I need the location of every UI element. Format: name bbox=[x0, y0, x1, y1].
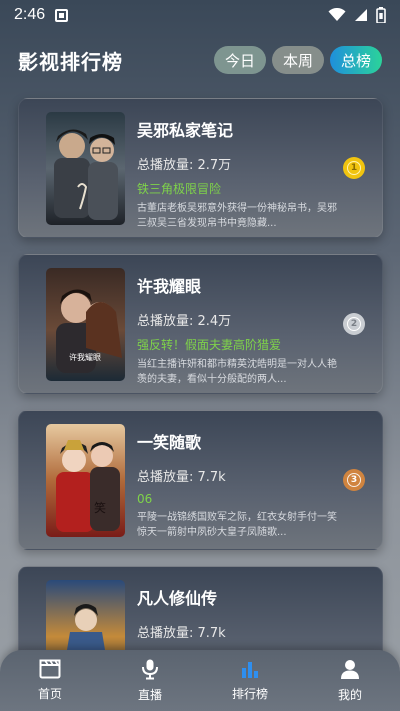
nav-label: 我的 bbox=[337, 688, 362, 702]
battery-icon bbox=[376, 7, 386, 23]
status-icons bbox=[328, 7, 386, 23]
item-play-count: 总播放量: 7.7k bbox=[137, 470, 226, 485]
status-bar: 2:46 bbox=[0, 0, 400, 30]
poster-image bbox=[46, 112, 125, 225]
item-info: 一笑随歌 总播放量: 7.7k 06 平陵一战锦绣国败军之际，红衣女射手付一笑惊… bbox=[137, 429, 337, 540]
item-title: 吴邪私家笔记 bbox=[137, 121, 234, 140]
item-info: 许我耀眼 总播放量: 2.4万 强反转！假面夫妻高阶猎爱 当红主播许妍和都市精英… bbox=[137, 273, 337, 387]
poster-image: 许我耀眼 bbox=[46, 268, 125, 381]
rank-badge: 3 bbox=[343, 469, 365, 491]
item-play-count: 总播放量: 2.7万 bbox=[137, 158, 232, 173]
svg-text:许我耀眼: 许我耀眼 bbox=[69, 352, 101, 362]
bar-chart-icon bbox=[242, 662, 258, 678]
ranking-tabs: 今日 本周 总榜 bbox=[214, 46, 382, 74]
item-play-count: 总播放量: 2.4万 bbox=[137, 314, 232, 329]
person-icon bbox=[341, 660, 359, 679]
tab-today[interactable]: 今日 bbox=[214, 46, 266, 74]
wifi-icon bbox=[328, 8, 346, 21]
nav-ranking[interactable]: 排行榜 bbox=[215, 659, 285, 702]
status-time: 2:46 bbox=[14, 6, 46, 23]
rank-badge: 2 bbox=[343, 313, 365, 335]
list-item[interactable]: 吴邪私家笔记 总播放量: 2.7万 铁三角极限冒险 古董店老板吴邪意外获得一份神… bbox=[18, 98, 383, 238]
item-tag: 06 bbox=[137, 492, 153, 506]
poster-image: 笑 bbox=[46, 424, 125, 537]
list-item[interactable]: 许我耀眼 许我耀眼 总播放量: 2.4万 强反转！假面夫妻高阶猎爱 当红主播许妍… bbox=[18, 254, 383, 394]
tab-week[interactable]: 本周 bbox=[272, 46, 324, 74]
nav-home[interactable]: 首页 bbox=[15, 659, 85, 702]
item-description: 当红主播许妍和都市精英沈皓明是一对人人艳羡的夫妻，看似十分般配的两人... bbox=[137, 359, 337, 385]
clapperboard-icon bbox=[39, 659, 61, 679]
nav-profile[interactable]: 我的 bbox=[315, 658, 385, 703]
bottom-nav: 首页 直播 排行榜 我的 bbox=[0, 650, 400, 711]
item-title: 凡人修仙传 bbox=[137, 589, 218, 608]
item-play-count: 总播放量: 7.7k bbox=[137, 626, 226, 641]
page-title: 影视排行榜 bbox=[18, 49, 123, 74]
svg-text:笑: 笑 bbox=[94, 500, 106, 515]
notification-icon bbox=[55, 8, 69, 22]
item-info: 吴邪私家笔记 总播放量: 2.7万 铁三角极限冒险 古董店老板吴邪意外获得一份神… bbox=[137, 117, 337, 231]
item-tag: 强反转！假面夫妻高阶猎爱 bbox=[137, 338, 282, 352]
ranking-list: 吴邪私家笔记 总播放量: 2.7万 铁三角极限冒险 古董店老板吴邪意外获得一份神… bbox=[18, 98, 383, 711]
tab-all-time[interactable]: 总榜 bbox=[330, 46, 382, 74]
item-description: 平陵一战锦绣国败军之际，红衣女射手付一笑惊天一箭射中夙砂大皇子凤随歌... bbox=[137, 512, 337, 538]
header: 影视排行榜 今日 本周 总榜 bbox=[0, 40, 400, 80]
item-tag: 铁三角极限冒险 bbox=[137, 182, 222, 196]
nav-label: 排行榜 bbox=[231, 687, 268, 701]
nav-label: 首页 bbox=[37, 687, 62, 701]
rank-badge: 1 bbox=[343, 157, 365, 179]
item-title: 许我耀眼 bbox=[137, 277, 202, 296]
item-title: 一笑随歌 bbox=[137, 433, 202, 452]
list-item[interactable]: 笑 一笑随歌 总播放量: 7.7k 06 平陵一战锦绣国败军之际，红衣女射手付一… bbox=[18, 410, 383, 550]
nav-live[interactable]: 直播 bbox=[115, 658, 185, 703]
microphone-icon bbox=[142, 659, 158, 680]
cell-signal-icon bbox=[355, 9, 367, 21]
nav-label: 直播 bbox=[137, 688, 162, 702]
item-description: 古董店老板吴邪意外获得一份神秘帛书，吴邪三叔吴三省发现帛书中竟隐藏... bbox=[137, 203, 337, 229]
